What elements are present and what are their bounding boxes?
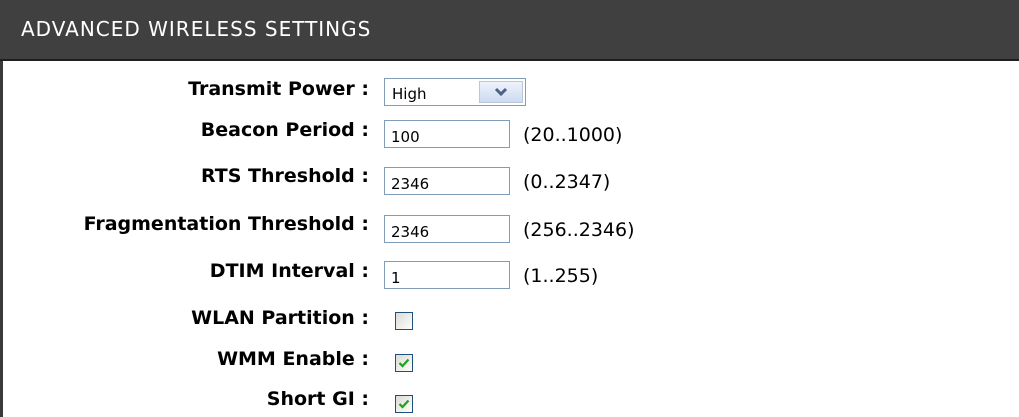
beacon-period-label: Beacon Period : (200, 119, 369, 141)
dtim-interval-label: DTIM Interval : (209, 260, 369, 282)
rts-threshold-range: (0..2347) (523, 171, 611, 193)
fragmentation-threshold-label: Fragmentation Threshold : (83, 213, 369, 235)
short-gi-label: Short GI : (266, 388, 369, 410)
short-gi-checkbox[interactable] (395, 395, 413, 413)
rts-threshold-label: RTS Threshold : (201, 165, 369, 187)
beacon-period-range: (20..1000) (523, 124, 623, 146)
section-header: ADVANCED WIRELESS SETTINGS (0, 0, 1019, 61)
wlan-partition-label: WLAN Partition : (191, 307, 369, 329)
dtim-interval-range: (1..255) (523, 265, 599, 287)
section-title: ADVANCED WIRELESS SETTINGS (21, 17, 372, 41)
chevron-down-icon[interactable] (479, 81, 523, 103)
beacon-period-input[interactable] (384, 120, 510, 148)
fragmentation-threshold-range: (256..2346) (523, 219, 635, 241)
transmit-power-label: Transmit Power : (188, 78, 369, 100)
transmit-power-value: High (392, 85, 427, 103)
transmit-power-select[interactable]: High (384, 78, 526, 106)
advanced-wireless-settings-panel: ADVANCED WIRELESS SETTINGS Transmit Powe… (0, 0, 1019, 417)
rts-threshold-input[interactable] (384, 167, 510, 195)
checkmark-icon (398, 399, 410, 409)
dtim-interval-input[interactable] (384, 261, 510, 289)
checkmark-icon (398, 358, 410, 368)
panel-border (0, 61, 3, 417)
wlan-partition-checkbox[interactable] (395, 312, 413, 330)
wmm-enable-label: WMM Enable : (217, 348, 369, 370)
wmm-enable-checkbox[interactable] (395, 354, 413, 372)
fragmentation-threshold-input[interactable] (384, 215, 510, 243)
